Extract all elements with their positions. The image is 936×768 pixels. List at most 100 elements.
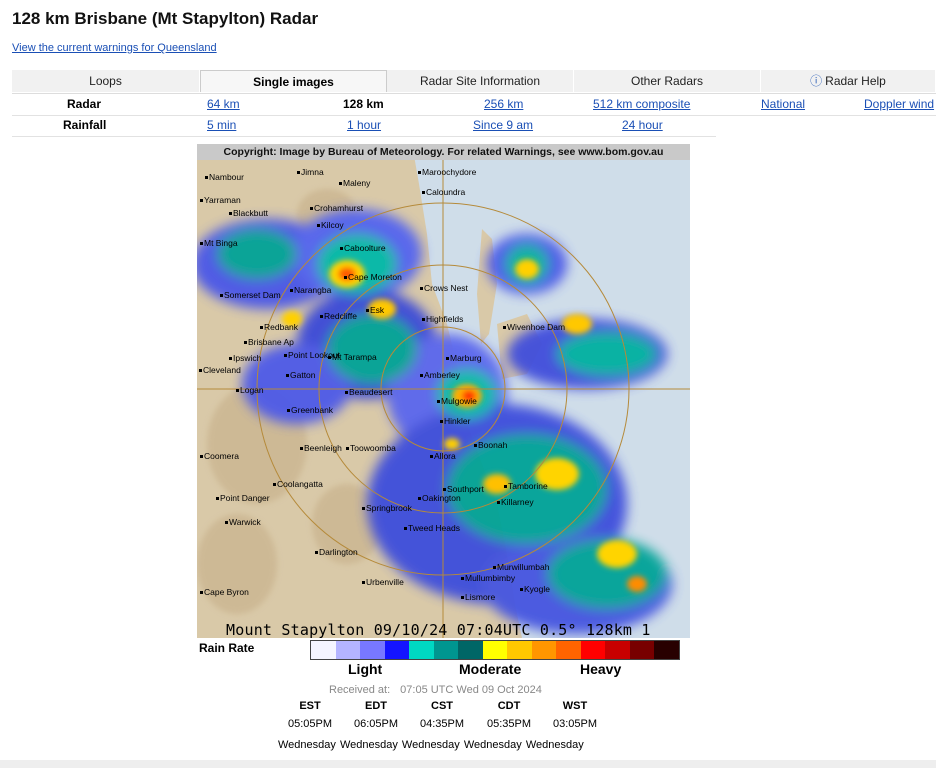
place-label: Marburg <box>446 353 482 363</box>
place-label: Urbenville <box>362 577 404 587</box>
rainfall-row-label: Rainfall <box>63 118 107 132</box>
link-64km[interactable]: 64 km <box>207 97 240 111</box>
tab-radar-site-information[interactable]: Radar Site Information <box>387 70 574 92</box>
place-label: Tweed Heads <box>404 523 460 533</box>
tz-cdt-day: Wednesday <box>463 739 522 751</box>
tz-edt-time: 06:05PM <box>354 718 399 730</box>
place-label: Greenbank <box>287 405 333 415</box>
place-label: Springbrook <box>362 503 412 513</box>
place-label: Amberley <box>420 370 460 380</box>
place-label: Lismore <box>461 592 495 602</box>
tz-cdt: CDT 05:35PM <box>487 700 531 730</box>
scale-swatch <box>654 641 679 659</box>
info-icon: ⓘ <box>810 74 823 88</box>
place-label: Gatton <box>286 370 316 380</box>
scale-swatch <box>482 641 507 659</box>
place-label: Esk <box>366 305 384 315</box>
tz-cdt-time: 05:35PM <box>487 718 532 730</box>
radar-range-row: Radar 64 km 128 km 256 km 512 km composi… <box>12 94 936 116</box>
place-label: Toowoomba <box>346 443 396 453</box>
rain-rate-scale <box>310 640 680 660</box>
tz-edt-day: Wednesday <box>339 739 398 751</box>
scale-swatch <box>531 641 556 659</box>
received-label: Received at: <box>329 684 391 696</box>
place-label: Beenleigh <box>300 443 342 453</box>
tz-est-time: 05:05PM <box>288 718 333 730</box>
tz-days: Wednesday Wednesday Wednesday Wednesday … <box>278 739 584 751</box>
tz-cdt-zone: CDT <box>497 700 521 712</box>
scale-swatch <box>360 641 385 659</box>
bottom-scrollbar[interactable] <box>0 760 936 768</box>
place-label: Murwillumbah <box>493 562 549 572</box>
place-label: Logan <box>236 385 264 395</box>
place-label: Darlington <box>315 547 358 557</box>
place-label: Oakington <box>418 493 461 503</box>
tz-cst-zone: CST <box>431 700 454 712</box>
place-label: Maleny <box>339 178 370 188</box>
received-time: Received at: 07:05 UTC Wed 09 Oct 2024 <box>329 684 542 696</box>
scale-swatch <box>580 641 605 659</box>
radar-map <box>197 144 690 638</box>
place-label: Warwick <box>225 517 261 527</box>
link-since-9am[interactable]: Since 9 am <box>473 118 533 132</box>
link-doppler-wind[interactable]: Doppler wind <box>864 97 934 111</box>
place-label: Kilcoy <box>317 220 344 230</box>
place-label: Redcliffe <box>320 311 357 321</box>
tab-radar-help-label: Radar Help <box>825 74 886 88</box>
rain-rate-label: Rain Rate <box>199 641 255 655</box>
scale-swatch <box>409 641 434 659</box>
scale-heavy-label: Heavy <box>580 661 622 677</box>
place-label: Crows Nest <box>420 283 468 293</box>
tab-other-radars[interactable]: Other Radars <box>574 70 761 92</box>
link-national[interactable]: National <box>761 97 805 111</box>
place-label: Crohamhurst <box>310 203 363 213</box>
link-24hour[interactable]: 24 hour <box>622 118 663 132</box>
warnings-link[interactable]: View the current warnings for Queensland <box>12 42 217 54</box>
scale-swatch <box>458 641 483 659</box>
link-512km-composite[interactable]: 512 km composite <box>593 97 690 111</box>
link-5min[interactable]: 5 min <box>207 118 236 132</box>
place-label: Narangba <box>290 285 331 295</box>
radar-row-label: Radar <box>67 97 102 111</box>
place-label: Nambour <box>205 172 244 182</box>
current-128km: 128 km <box>343 97 384 111</box>
tz-est-day: Wednesday <box>278 739 336 751</box>
radar-image <box>197 144 690 638</box>
place-label: Kyogle <box>520 584 550 594</box>
tz-est-zone: EST <box>299 700 321 712</box>
tz-wst-time: 03:05PM <box>553 718 598 730</box>
link-256km[interactable]: 256 km <box>484 97 523 111</box>
tab-radar-help[interactable]: ⓘ Radar Help <box>761 70 936 92</box>
place-label: Cape Byron <box>200 587 249 597</box>
scale-swatch <box>605 641 630 659</box>
scale-light-label: Light <box>348 661 383 677</box>
link-1hour[interactable]: 1 hour <box>347 118 381 132</box>
tab-single-images[interactable]: Single images <box>200 70 387 92</box>
place-label: Brisbane Ap <box>244 337 294 347</box>
page-title: 128 km Brisbane (Mt Stapylton) Radar <box>12 9 319 28</box>
scale-swatch <box>507 641 532 659</box>
scale-swatch <box>629 641 654 659</box>
radar-caption: Mount Stapylton 09/10/24 07:04UTC 0.5° 1… <box>226 621 651 639</box>
place-label: Redbank <box>260 322 298 332</box>
tz-cst: CST 04:35PM <box>420 700 464 730</box>
scale-swatch <box>433 641 458 659</box>
place-label: Highfields <box>422 314 463 324</box>
tab-loops[interactable]: Loops <box>12 70 200 92</box>
place-label: Maroochydore <box>418 167 476 177</box>
tz-edt-zone: EDT <box>365 700 388 712</box>
place-label: Point Danger <box>216 493 270 503</box>
radar-copyright: Copyright: Image by Bureau of Meteorolog… <box>197 144 690 160</box>
place-label: Jimna <box>297 167 324 177</box>
place-label: Coolangatta <box>273 479 323 489</box>
place-label: Blackbutt <box>229 208 268 218</box>
place-label: Allora <box>430 451 456 461</box>
place-label: Wivenhoe Dam <box>503 322 565 332</box>
place-label: Tamborine <box>504 481 548 491</box>
tz-edt: EDT 06:05PM <box>354 700 398 730</box>
received-value: 07:05 UTC Wed 09 Oct 2024 <box>400 684 542 696</box>
tab-bar: Loops Single images Radar Site Informati… <box>12 70 936 94</box>
tz-wst-day: Wednesday <box>525 739 584 751</box>
place-label: Coomera <box>200 451 239 461</box>
scale-swatch <box>335 641 360 659</box>
